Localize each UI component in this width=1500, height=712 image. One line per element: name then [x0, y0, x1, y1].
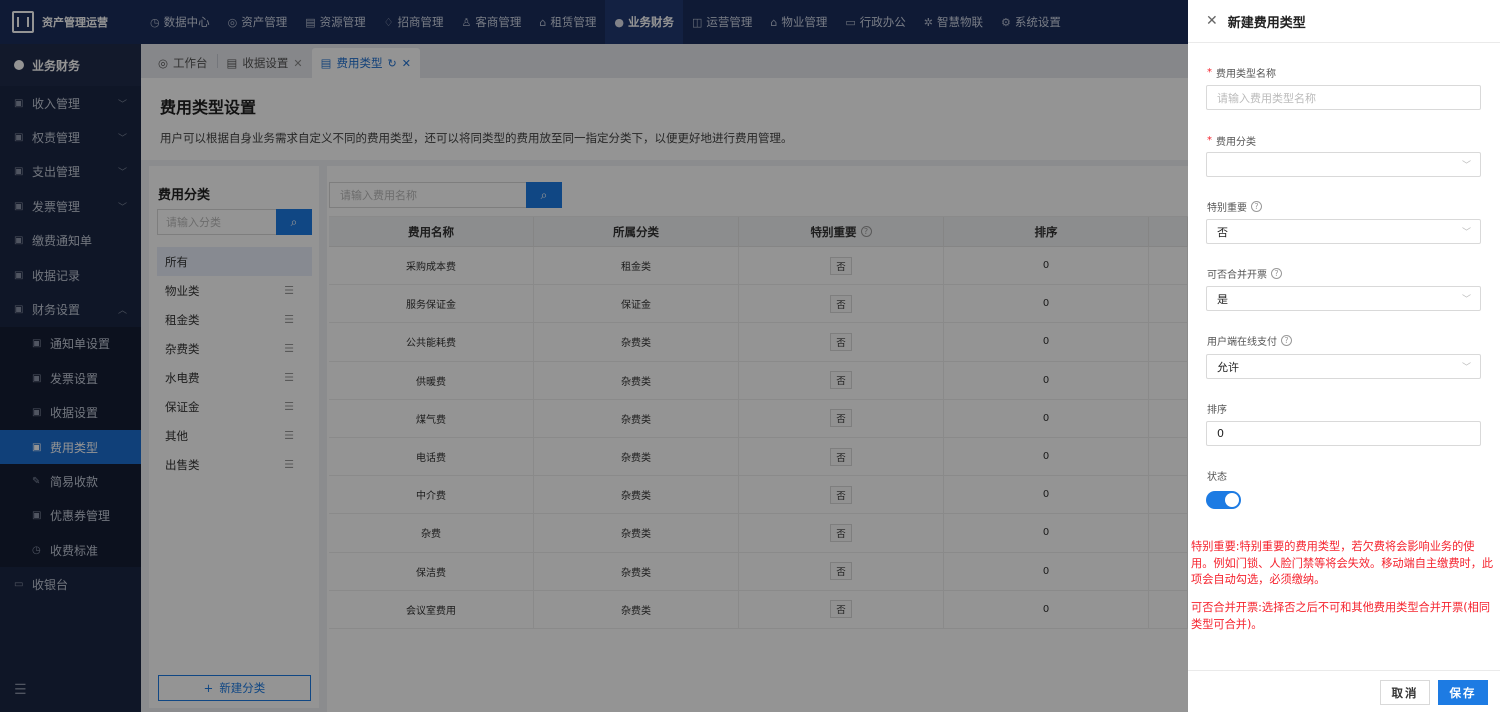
field-label-text: 可否合并开票	[1207, 270, 1267, 281]
select-value: 是	[1217, 292, 1228, 306]
help-icon[interactable]: ?	[1281, 335, 1292, 346]
online-payment-label: 用户端在线支付?	[1207, 333, 1292, 348]
chevron-down-icon: ﹀	[1461, 295, 1471, 305]
fee-category-label: * 费用分类	[1207, 133, 1256, 148]
status-toggle[interactable]	[1206, 491, 1241, 509]
close-icon[interactable]: ✕	[1206, 13, 1218, 29]
field-label-text: 排序	[1207, 405, 1227, 416]
required-mark: *	[1207, 67, 1212, 78]
sort-input[interactable]: 0	[1206, 421, 1481, 446]
fee-name-label: * 费用类型名称	[1207, 65, 1276, 80]
field-label-text: 特别重要	[1207, 203, 1247, 214]
drawer-footer: 取消 保存	[1188, 670, 1500, 712]
select-value: 否	[1217, 225, 1228, 239]
fee-category-select[interactable]: ﹀	[1206, 152, 1481, 177]
help-icon[interactable]: ?	[1251, 201, 1262, 212]
save-button[interactable]: 保存	[1438, 680, 1488, 705]
chevron-down-icon: ﹀	[1461, 161, 1471, 171]
chevron-down-icon: ﹀	[1461, 363, 1471, 373]
modal-overlay[interactable]	[0, 0, 1188, 712]
fee-name-input[interactable]: 请输入费用类型名称	[1206, 85, 1481, 110]
sort-label: 排序	[1207, 401, 1227, 416]
field-label-text: 状态	[1207, 472, 1227, 483]
field-label-text: 用户端在线支付	[1207, 337, 1277, 348]
merge-invoice-select[interactable]: 是 ﹀	[1206, 286, 1481, 311]
drawer-title: 新建费用类型	[1227, 15, 1306, 31]
important-note: 特别重要:特别重要的费用类型，若欠费将会影响业务的使用。例如门锁、人脸门禁等将会…	[1191, 540, 1494, 586]
new-fee-type-drawer: ✕ 新建费用类型 * 费用类型名称 请输入费用类型名称 * 费用分类 ﹀ 特别重要?…	[1188, 0, 1500, 712]
drawer-header: ✕ 新建费用类型	[1188, 0, 1500, 43]
online-payment-select[interactable]: 允许 ﹀	[1206, 354, 1481, 379]
important-label: 特别重要?	[1207, 199, 1262, 214]
field-label-text: 费用分类	[1216, 137, 1256, 148]
merge-note: 可否合并开票:选择否之后不可和其他费用类型合并开票(相同类型可合并)。	[1191, 601, 1491, 631]
status-label: 状态	[1207, 468, 1227, 483]
cancel-button[interactable]: 取消	[1380, 680, 1430, 705]
chevron-down-icon: ﹀	[1461, 228, 1471, 238]
field-label-text: 费用类型名称	[1216, 69, 1276, 80]
required-mark: *	[1207, 135, 1212, 146]
help-icon[interactable]: ?	[1271, 268, 1282, 279]
select-value: 允许	[1217, 360, 1239, 374]
important-select[interactable]: 否 ﹀	[1206, 219, 1481, 244]
merge-invoice-label: 可否合并开票?	[1207, 266, 1282, 281]
